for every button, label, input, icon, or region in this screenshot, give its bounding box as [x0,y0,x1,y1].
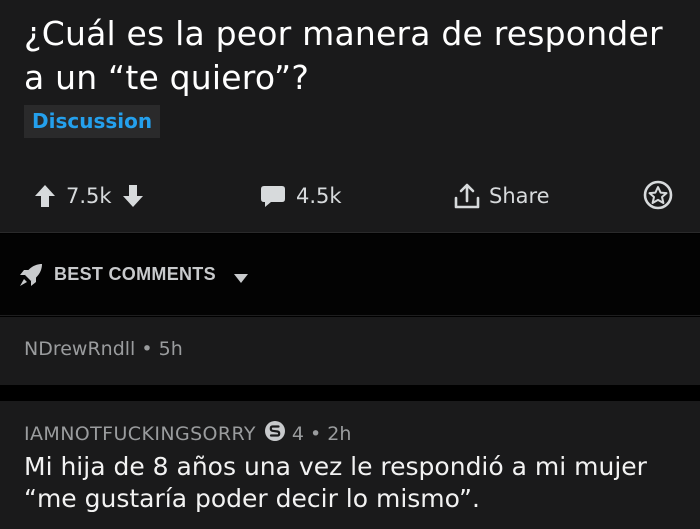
comment-count: 4.5k [296,184,342,208]
sort-label: BEST COMMENTS [54,264,216,284]
post-title[interactable]: ¿Cuál es la peor manera de responder a u… [24,12,684,100]
comment-body: Mi hija de 8 años una vez le respondió a… [24,452,647,513]
vote-controls: 7.5k [34,180,144,212]
comment-age: 2h [327,422,352,445]
comment-bubble-icon [260,184,286,208]
post-action-bar: 7.5k 4.5k Share [0,160,700,233]
rocket-icon [18,262,44,293]
comment-author[interactable]: IAMNOTFUCKINGSORRY [24,423,256,445]
upvote-count: 7.5k [66,184,112,208]
meta-separator: • [303,422,328,445]
award-icon[interactable] [643,180,673,215]
meta-separator: • [141,338,159,360]
share-label: Share [489,184,550,208]
comment-meta: IAMNOTFUCKINGSORRY 4 • 2h [24,420,351,447]
comment: IAMNOTFUCKINGSORRY 4 • 2h Mi hija de 8 a… [0,401,700,529]
share-icon [453,182,481,210]
comments-button[interactable]: 4.5k [260,180,342,212]
chevron-down-icon [234,270,248,288]
comment-age: 5h [158,338,183,360]
arrow-up-icon[interactable] [34,184,56,208]
comment-score: 4 [291,422,304,445]
comment-sort-bar[interactable]: BEST COMMENTS [0,234,700,316]
share-button[interactable]: Share [453,180,550,212]
comment-divider [0,385,700,401]
arrow-down-icon[interactable] [122,184,144,208]
comment-collapsed[interactable]: NDrewRndll • 5h [0,317,700,385]
flair-badge[interactable]: Discussion [24,105,161,138]
comment-author[interactable]: NDrewRndll [24,338,135,360]
post-header: ¿Cuál es la peor manera de responder a u… [0,0,700,160]
flair-badge-icon [264,420,286,447]
comment-meta: NDrewRndll • 5h [24,338,183,360]
